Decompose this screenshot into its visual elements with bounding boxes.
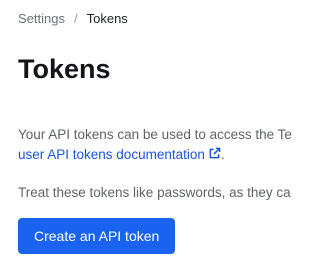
breadcrumb: Settings / Tokens [18, 10, 128, 28]
page-title: Tokens [18, 54, 111, 84]
tokens-page: Settings / Tokens Tokens Your API tokens… [18, 0, 293, 278]
intro-link-line: user API tokens documentation. [18, 145, 292, 165]
breadcrumb-separator: / [73, 11, 78, 26]
intro-link-suffix: . [220, 147, 225, 162]
external-link-icon [209, 147, 221, 159]
breadcrumb-settings-link[interactable]: Settings [18, 10, 65, 28]
warning-text: Treat these tokens like passwords, as th… [18, 185, 291, 200]
intro-text: Your API tokens can be used to access th… [18, 127, 292, 142]
breadcrumb-current: Tokens [86, 11, 128, 26]
create-api-token-button[interactable]: Create an API token [18, 218, 176, 254]
api-tokens-docs-link[interactable]: user API tokens documentation [18, 147, 221, 162]
intro-paragraph: Your API tokens can be used to access th… [18, 125, 292, 165]
api-tokens-docs-link-label: user API tokens documentation [18, 147, 205, 162]
